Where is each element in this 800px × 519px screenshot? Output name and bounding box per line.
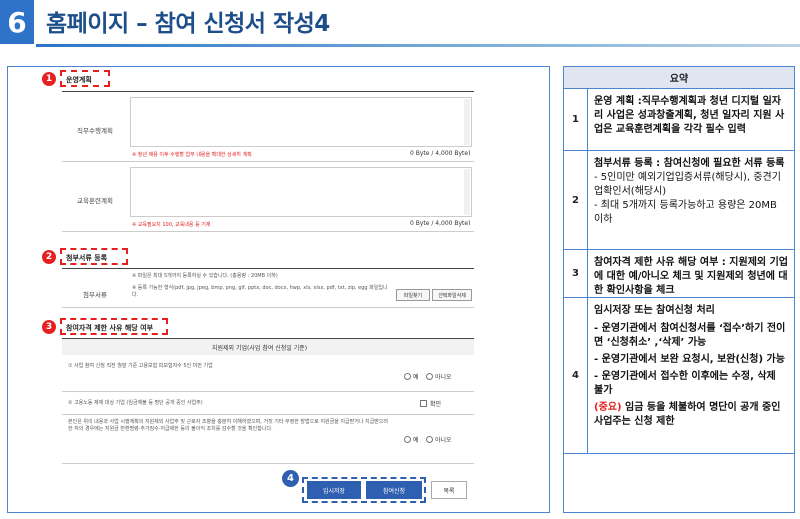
textarea-scrollbar[interactable] [464, 169, 470, 215]
summary-row-2: 2 첨부서류 등록 : 참여신청에 필요한 서류 등록 - 5인미만 예외기업입… [564, 151, 794, 250]
section-attachments-title: 첨부서류 등록 [66, 254, 108, 262]
training-plan-label: 교육훈련계획 [77, 197, 113, 205]
summary-line: - 최대 5개까지 등록가능하고 용량은 20MB 이하 [594, 200, 777, 225]
row-divider [62, 414, 474, 415]
summary-row-3: 3 참여자격 제한 사유 해당 여부 : 지원제외 기업에 대한 예/아니오 체… [564, 250, 794, 298]
q3-no-label: 아니오 [435, 437, 452, 444]
summary-row-text: 임시저장 또는 참여신청 처리 - 운영기관에서 참여신청서를 ‘접수’하기 전… [594, 304, 788, 429]
summary-header: 요약 [564, 67, 794, 89]
section-number: 6 [0, 0, 34, 44]
eligibility-question-3: 본인은 위의 내용과 사업 시행계획의 지원제외 사업주 및 근로자 조항을 충… [68, 419, 389, 432]
q1-no-label: 아니오 [435, 374, 452, 381]
summary-line: - 운영기관에서 접수한 이후에는 수정, 삭제 불가 [594, 371, 776, 396]
row-divider [62, 231, 474, 232]
job-plan-byte-counter: 0 Byte / 4,000 Byte) [410, 150, 471, 157]
job-plan-textarea[interactable] [130, 97, 472, 147]
q1-yes-radio[interactable] [404, 373, 411, 380]
list-button[interactable]: 목록 [431, 481, 467, 499]
summary-panel: 요약 1 운영 계획 :직무수행계획과 청년 디지털 일자리 사업은 성과창출계… [563, 66, 795, 513]
attachments-format-note: ※ 등록 가능한 형식(pdf, jpg, jpeg, bmp, png, gi… [132, 285, 388, 298]
temp-save-button[interactable]: 임시저장 [307, 481, 361, 499]
attachments-note: ※ 파일은 최대 5개까지 등록하실 수 있습니다. (총용량 : 20MB 이… [132, 273, 278, 279]
q1-no-radio[interactable] [426, 373, 433, 380]
section-divider [62, 91, 474, 92]
job-plan-note: ※ 청년 채용 이후 수행할 업무 내용을 확대한 상세히 계획 [132, 152, 252, 158]
summary-row-4: 4 임시저장 또는 참여신청 처리 - 운영기관에서 참여신청서를 ‘접수’하기… [564, 298, 794, 454]
page-title: 홈페이지 – 참여 신청서 작성4 [46, 11, 330, 37]
textarea-scrollbar[interactable] [464, 99, 470, 145]
summary-line: 첨부서류 등록 : 참여신청에 필요한 서류 등록 [594, 158, 785, 169]
q1-yes-label: 예 [413, 374, 419, 381]
apply-button[interactable]: 참여신청 [366, 481, 422, 499]
summary-line: (중요) 임금 등을 체불하여 명단이 공개 중인 사업주는 신청 제한 [594, 401, 788, 429]
summary-row-number: 3 [564, 250, 588, 297]
training-plan-note: ※ 교육필요치 100, 교육내용 등 기재 [132, 222, 211, 228]
q3-no-radio[interactable] [426, 436, 433, 443]
section-eligibility-title: 참여자격 제한 사유 해당 여부 [66, 324, 154, 332]
summary-line: - 운영기관에서 보완 요청시, 보완(신청) 가능 [594, 354, 785, 365]
eligibility-table-header-text: 지원제외 기업(사업 참여 신청일 기준) [212, 345, 308, 352]
row-divider [62, 307, 474, 308]
header-divider [36, 44, 800, 47]
training-plan-byte-counter: 0 Byte / 4,000 Byte) [410, 220, 471, 227]
training-plan-textarea[interactable] [130, 167, 472, 217]
summary-row-text: 첨부서류 등록 : 참여신청에 필요한 서류 등록 - 5인미만 예외기업입증서… [594, 157, 788, 227]
section-divider [62, 268, 474, 269]
summary-line-text: 임금 등을 체불하여 명단이 공개 중인 사업주는 신청 제한 [594, 402, 781, 427]
find-file-button[interactable]: 파일찾기 [396, 289, 430, 301]
callout-badge-3: 3 [42, 320, 56, 334]
q3-yes-label: 예 [413, 437, 419, 444]
summary-row-1: 1 운영 계획 :직무수행계획과 청년 디지털 일자리 사업은 성과창출계획, … [564, 89, 794, 151]
delete-selected-file-button[interactable]: 선택파일삭제 [432, 289, 472, 301]
q2-confirm-checkbox[interactable] [420, 400, 427, 407]
row-divider [62, 391, 474, 392]
section-operation-plan-title: 운영계획 [66, 76, 92, 84]
summary-line: - 5인미만 예외기업입증서류(해당시), 중견기업확인서(해당시) [594, 172, 781, 197]
row-divider [62, 463, 474, 464]
application-form-screenshot: 1 운영계획 직무수행계획 ※ 청년 채용 이후 수행할 업무 내용을 확대한 … [7, 66, 550, 513]
job-plan-label: 직무수행계획 [77, 127, 113, 135]
callout-badge-2: 2 [42, 250, 56, 264]
eligibility-question-2: ② 고용노동 제재 대상 기업 (임금체불 등 명단 공개 중인 사업주) [68, 400, 203, 406]
summary-row-number: 2 [564, 151, 588, 249]
q2-confirm-label: 확인 [430, 401, 442, 408]
summary-line: - 운영기관에서 참여신청서를 ‘접수’하기 전이면 ‘신청취소’ ,‘삭제’ … [594, 323, 786, 348]
important-tag: (중요) [594, 402, 622, 413]
eligibility-table-header: 지원제외 기업(사업 참여 신청일 기준) [62, 339, 474, 355]
summary-row-text: 참여자격 제한 사유 해당 여부 : 지원제외 기업에 대한 예/아니오 체크 … [594, 257, 788, 296]
summary-line: 임시저장 또는 참여신청 처리 [594, 305, 715, 316]
attachments-label: 첨부서류 [83, 291, 107, 299]
callout-badge-4: 4 [282, 470, 299, 487]
callout-badge-1: 1 [42, 72, 56, 86]
summary-row-number: 1 [564, 89, 588, 150]
row-divider [62, 161, 474, 162]
summary-row-text: 운영 계획 :직무수행계획과 청년 디지털 일자리 사업은 성과창출계획, 청년… [594, 96, 785, 135]
eligibility-question-1: ① 사업 참여 신청 직전 월말 기준 고용보험 피보험자수 5인 미만 기업 [68, 363, 213, 369]
q3-yes-radio[interactable] [404, 436, 411, 443]
summary-row-number: 4 [564, 298, 588, 453]
